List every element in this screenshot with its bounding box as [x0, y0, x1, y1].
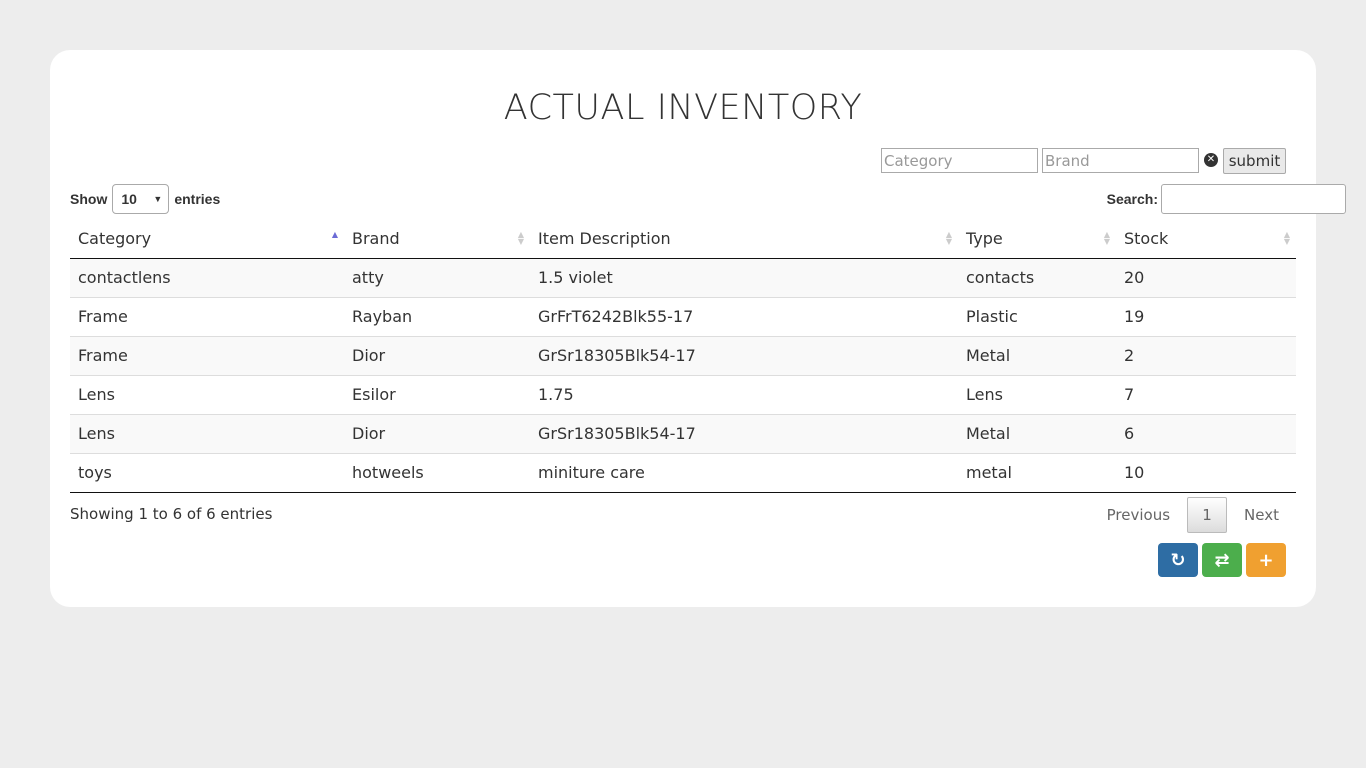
cell-description: GrSr18305Blk54-17 [530, 335, 958, 375]
cell-stock: 20 [1116, 258, 1296, 297]
action-buttons: ↻ ⇄ + [1158, 543, 1286, 577]
column-header-item-description[interactable]: Item Description ▲ ▼ [530, 219, 958, 259]
entries-select-value: 10 [121, 191, 137, 207]
search-label: Search: [1106, 191, 1158, 207]
cell-stock: 7 [1116, 374, 1296, 414]
cell-stock: 2 [1116, 335, 1296, 375]
cell-type: Metal [958, 335, 1116, 375]
refresh-button[interactable]: ↻ [1158, 543, 1198, 577]
entries-label: entries [174, 191, 221, 207]
refresh-icon: ↻ [1170, 549, 1186, 571]
table-row[interactable]: Lens Esilor 1.75 Lens 7 [70, 374, 1296, 414]
exchange-button[interactable]: ⇄ [1202, 543, 1242, 577]
exchange-icon: ⇄ [1214, 549, 1230, 571]
cell-description: 1.75 [530, 374, 958, 414]
caret-down-icon: ▼ [153, 194, 163, 204]
plus-icon: + [1258, 549, 1274, 571]
cell-category: Frame [70, 296, 344, 336]
show-label: Show [70, 191, 108, 207]
column-header-brand[interactable]: Brand ▲ ▼ [344, 219, 530, 259]
cell-type: Plastic [958, 296, 1116, 336]
cell-brand: Dior [344, 335, 530, 375]
column-header-type[interactable]: Type ▲ ▼ [958, 219, 1116, 259]
table-row[interactable]: toys hotweels miniture care metal 10 [70, 452, 1296, 493]
cell-type: Lens [958, 374, 1116, 414]
cell-brand: atty [344, 258, 530, 297]
cell-type: metal [958, 452, 1116, 493]
table-row[interactable]: Lens Dior GrSr18305Blk54-17 Metal 6 [70, 413, 1296, 453]
length-control: Show 10 ▼ entries [70, 184, 220, 214]
page-title: ACTUAL INVENTORY [503, 88, 863, 128]
search-control: Search: [1107, 184, 1346, 214]
cell-category: toys [70, 452, 344, 493]
column-header-stock[interactable]: Stock ▲ ▼ [1116, 219, 1296, 259]
table-row[interactable]: Frame Rayban GrFrT6242Blk55-17 Plastic 1… [70, 296, 1296, 336]
cell-description: GrSr18305Blk54-17 [530, 413, 958, 453]
pagination: Previous 1 Next [1090, 497, 1296, 533]
table-info: Showing 1 to 6 of 6 entries [70, 505, 273, 523]
category-filter-input[interactable] [881, 148, 1038, 173]
cell-category: Lens [70, 374, 344, 414]
cell-stock: 6 [1116, 413, 1296, 453]
cell-brand: Dior [344, 413, 530, 453]
cell-type: Metal [958, 413, 1116, 453]
cell-stock: 19 [1116, 296, 1296, 336]
sort-both-icon: ▲ ▼ [1283, 230, 1290, 246]
add-button[interactable]: + [1246, 543, 1286, 577]
cell-category: Frame [70, 335, 344, 375]
sort-both-icon: ▲ ▼ [945, 230, 952, 246]
table-row[interactable]: Frame Dior GrSr18305Blk54-17 Metal 2 [70, 335, 1296, 375]
cell-brand: Rayban [344, 296, 530, 336]
sort-asc-icon: ▲ [331, 230, 338, 239]
cell-description: GrFrT6242Blk55-17 [530, 296, 958, 336]
cell-description: miniture care [530, 452, 958, 493]
cell-description: 1.5 violet [530, 258, 958, 297]
search-input[interactable] [1161, 184, 1346, 214]
times-circle-icon[interactable]: ✕ [1204, 153, 1218, 167]
column-header-category[interactable]: Category ▲ [70, 219, 344, 259]
page-button-1[interactable]: 1 [1187, 497, 1228, 533]
sort-both-icon: ▲ ▼ [517, 230, 524, 246]
entries-select[interactable]: 10 ▼ [112, 184, 170, 214]
table-header-row: Category ▲ Brand ▲ ▼ Item Description ▲ ▼ … [70, 219, 1296, 259]
cell-stock: 10 [1116, 452, 1296, 493]
cell-category: Lens [70, 413, 344, 453]
cell-category: contactlens [70, 258, 344, 297]
inventory-table: Category ▲ Brand ▲ ▼ Item Description ▲ ▼ … [70, 219, 1296, 493]
cell-brand: hotweels [344, 452, 530, 493]
cell-brand: Esilor [344, 374, 530, 414]
next-page-button[interactable]: Next [1227, 506, 1296, 524]
cell-type: contacts [958, 258, 1116, 297]
table-row[interactable]: contactlens atty 1.5 violet contacts 20 [70, 258, 1296, 297]
submit-button[interactable]: submit [1223, 148, 1286, 174]
previous-page-button[interactable]: Previous [1090, 506, 1187, 524]
sort-both-icon: ▲ ▼ [1103, 230, 1110, 246]
brand-filter-input[interactable] [1042, 148, 1199, 173]
